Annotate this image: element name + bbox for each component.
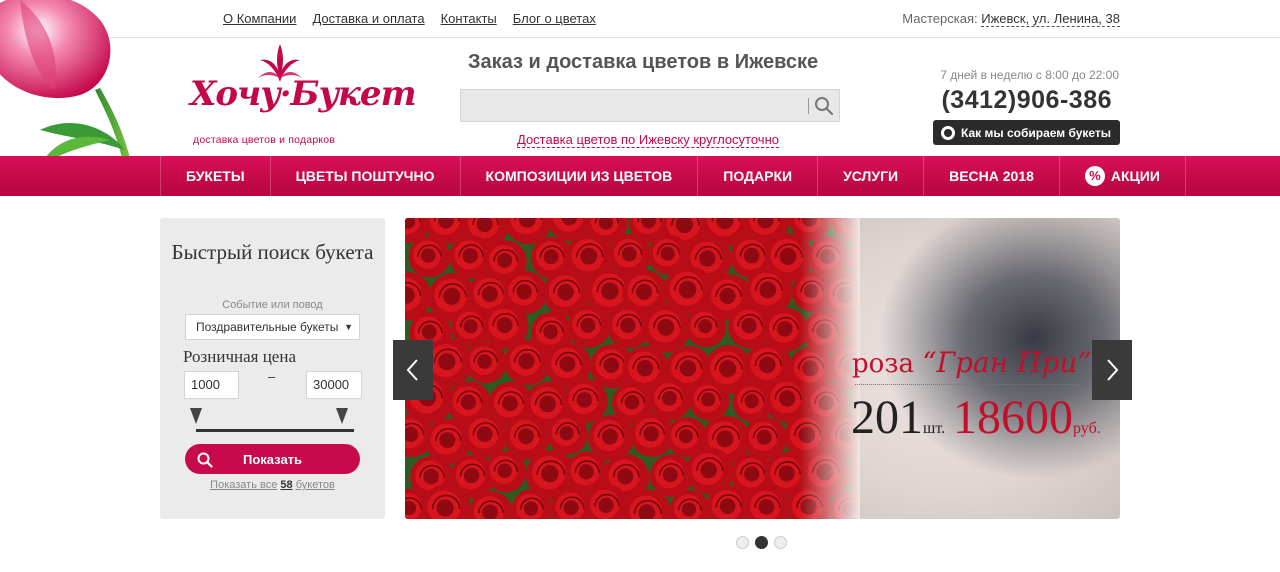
quick-search-panel: Быстрый поиск букета Событие или повод П… xyxy=(160,218,385,519)
main-nav-bar: БУКЕТЫ ЦВЕТЫ ПОШТУЧНО КОМПОЗИЦИИ ИЗ ЦВЕТ… xyxy=(0,156,1280,196)
promo-rose-name: “Гран При” xyxy=(922,346,1092,379)
show-button-label: Показать xyxy=(242,451,303,467)
event-select[interactable]: Поздравительные букеты ▼ xyxy=(185,314,360,340)
search-input[interactable] xyxy=(460,89,840,122)
promo-count-value: 201 xyxy=(851,391,923,444)
price-range-dash: – xyxy=(268,369,276,384)
show-all-suffix: букетов xyxy=(295,479,335,491)
logo-name: Хочу·Букет xyxy=(190,74,417,114)
search-icon xyxy=(197,452,213,468)
search-icon[interactable] xyxy=(814,96,834,116)
promo-count: 201шт. xyxy=(851,390,945,445)
video-icon xyxy=(941,125,955,140)
price-to-input[interactable]: 30000 xyxy=(306,371,362,399)
price-slider-min-handle[interactable] xyxy=(190,408,202,424)
price-slider-max-handle[interactable] xyxy=(336,408,348,424)
nav-label: ВЕСНА 2018 xyxy=(949,168,1034,184)
top-link-about[interactable]: О Компании xyxy=(223,11,296,26)
quick-search-title: Быстрый поиск букета xyxy=(171,240,374,264)
nav-item-services[interactable]: УСЛУГИ xyxy=(818,156,925,196)
show-all-prefix: Показать все xyxy=(210,479,278,491)
working-hours: 7 дней в неделю с 8:00 до 22:00 xyxy=(940,68,1119,82)
promo-divider xyxy=(855,384,1080,385)
phone-number[interactable]: (3412)906-386 xyxy=(941,86,1112,115)
nav-item-spring-2018[interactable]: ВЕСНА 2018 xyxy=(924,156,1060,196)
dropdown-arrow-icon: ▼ xyxy=(344,322,353,332)
tulip-decoration xyxy=(0,0,160,158)
show-all-count: 58 xyxy=(280,479,293,491)
nav-label: КОМПОЗИЦИИ ИЗ ЦВЕТОВ xyxy=(485,168,673,184)
how-we-make-bouquets-button[interactable]: Как мы собираем букеты xyxy=(933,120,1120,145)
price-label: Розничная цена xyxy=(183,347,296,366)
top-link-blog[interactable]: Блог о цветах xyxy=(513,11,596,26)
promo-price: 18600руб. xyxy=(953,390,1101,445)
slider-dot[interactable] xyxy=(736,536,749,549)
nav-label: АКЦИИ xyxy=(1110,168,1160,184)
nav-item-bouquets[interactable]: БУКЕТЫ xyxy=(160,156,271,196)
chevron-right-icon xyxy=(1107,359,1119,381)
nav-label: БУКЕТЫ xyxy=(186,168,245,184)
chevron-left-icon xyxy=(406,359,418,381)
nav-label: ПОДАРКИ xyxy=(723,168,793,184)
event-selected-value: Поздравительные букеты xyxy=(196,320,339,334)
event-label: Событие или повод xyxy=(222,299,323,311)
promo-price-unit: руб. xyxy=(1073,420,1101,437)
nav-item-compositions[interactable]: КОМПОЗИЦИИ ИЗ ЦВЕТОВ xyxy=(461,156,699,196)
top-link-delivery[interactable]: Доставка и оплата xyxy=(312,11,424,26)
price-slider-track[interactable] xyxy=(196,429,354,432)
logo-tagline: доставка цветов и подарков xyxy=(193,134,336,146)
nav-item-single-flowers[interactable]: ЦВЕТЫ ПОШТУЧНО xyxy=(271,156,461,196)
main-nav: БУКЕТЫ ЦВЕТЫ ПОШТУЧНО КОМПОЗИЦИИ ИЗ ЦВЕТ… xyxy=(160,156,1186,196)
delivery-24h-link[interactable]: Доставка цветов по Ижевску круглосуточно xyxy=(517,132,779,148)
show-button[interactable]: Показать xyxy=(185,444,360,474)
slider-prev-button[interactable] xyxy=(393,340,433,400)
nav-item-promotions[interactable]: % АКЦИИ xyxy=(1060,156,1186,196)
promo-rose-title: роза “Гран При” xyxy=(852,346,1092,379)
workshop-address-link[interactable]: Ижевск, ул. Ленина, 38 xyxy=(981,11,1120,27)
price-from-input[interactable]: 1000 xyxy=(184,371,239,399)
slider-dots xyxy=(736,536,787,549)
slider-next-button[interactable] xyxy=(1092,340,1132,400)
top-bar: О Компании Доставка и оплата Контакты Бл… xyxy=(0,0,1280,38)
nav-item-gifts[interactable]: ПОДАРКИ xyxy=(698,156,819,196)
how-button-label: Как мы собираем букеты xyxy=(961,125,1112,140)
promo-price-value: 18600 xyxy=(953,391,1073,444)
search-divider xyxy=(808,98,809,114)
promo-rose-word: роза xyxy=(852,349,914,379)
percent-icon: % xyxy=(1084,166,1105,186)
roses-bouquet-image xyxy=(405,218,860,519)
promo-banner[interactable]: роза “Гран При” 201шт. 18600руб. xyxy=(405,218,1120,519)
workshop-label: Мастерская: xyxy=(902,11,978,26)
nav-label: УСЛУГИ xyxy=(843,168,899,184)
slider-dot[interactable] xyxy=(774,536,787,549)
slider-dot[interactable] xyxy=(755,536,768,549)
top-link-contacts[interactable]: Контакты xyxy=(441,11,497,26)
logo[interactable]: Хочу·Букет доставка цветов и подарков xyxy=(190,44,417,149)
promo-count-unit: шт. xyxy=(923,420,946,437)
page-slogan: Заказ и доставка цветов в Ижевске xyxy=(468,51,819,73)
workshop-info: Мастерская: Ижевск, ул. Ленина, 38 xyxy=(902,11,1120,27)
top-links: О Компании Доставка и оплата Контакты Бл… xyxy=(223,11,596,26)
nav-label: ЦВЕТЫ ПОШТУЧНО xyxy=(295,168,435,184)
show-all-link[interactable]: Показать все 58 букетов xyxy=(160,479,385,491)
